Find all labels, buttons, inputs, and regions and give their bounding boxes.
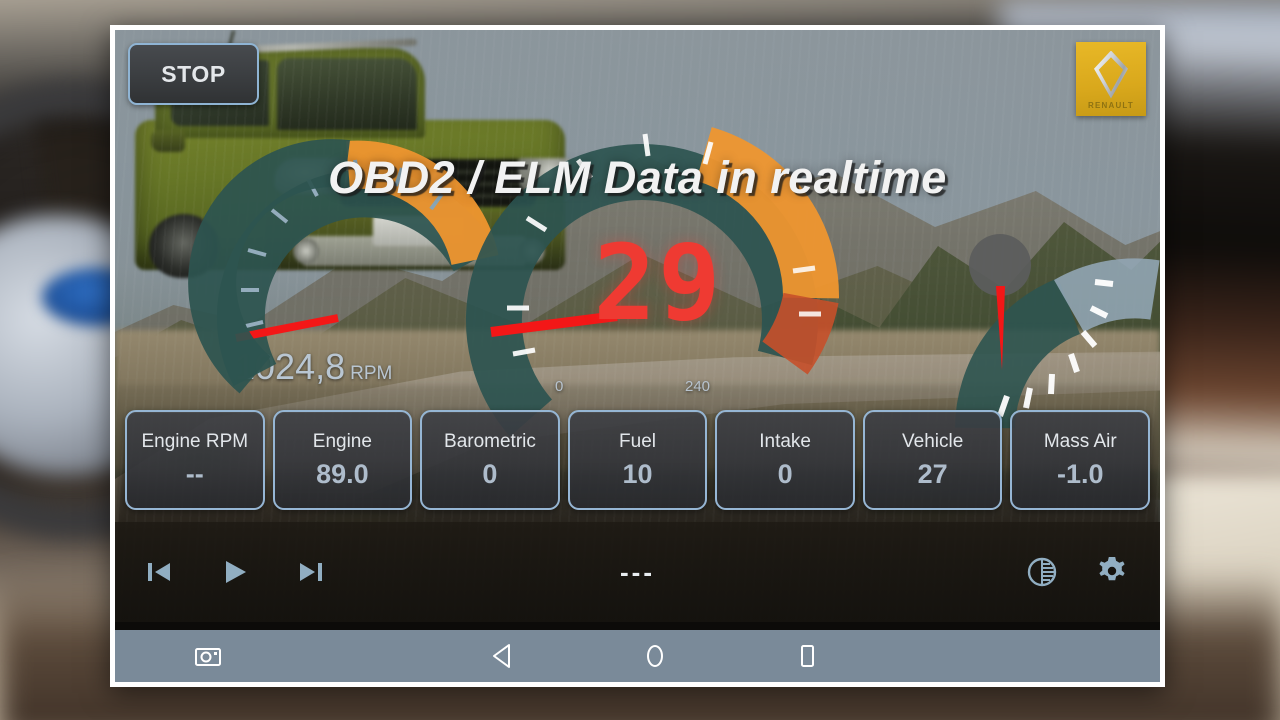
skip-previous-icon[interactable] (137, 550, 181, 594)
speed-led-display: 29 (593, 222, 723, 344)
brightness-contrast-icon[interactable] (1020, 550, 1064, 594)
stop-button[interactable]: STOP (128, 43, 259, 105)
pid-tile[interactable]: Barometric 0 (420, 410, 560, 510)
renault-diamond-icon (1094, 50, 1128, 99)
screenshot-camera-icon[interactable] (191, 639, 225, 673)
recents-square-icon[interactable] (790, 639, 824, 673)
skip-next-icon[interactable] (289, 550, 333, 594)
pid-tile[interactable]: Engine 89.0 (272, 410, 413, 510)
tablet-screen: 1024,8 RPM 29 0 240 OBD2 / ELM Data in r… (115, 30, 1160, 682)
navbar-separator (115, 622, 1160, 630)
pid-tile-value: 0 (777, 458, 793, 489)
pid-tile-value: 0 (482, 458, 498, 489)
navbar-buttons (486, 639, 824, 673)
pid-tile-value: -- (185, 458, 204, 489)
pid-tile-label: Mass Air (1043, 430, 1117, 452)
utility-controls (1020, 550, 1134, 594)
tablet-device: 1024,8 RPM 29 0 240 OBD2 / ELM Data in r… (110, 25, 1165, 687)
pid-tile-label: Engine (312, 430, 372, 452)
play-icon[interactable] (213, 550, 257, 594)
transport-controls (137, 550, 333, 594)
settings-gear-icon[interactable] (1090, 550, 1134, 594)
back-triangle-icon[interactable] (486, 639, 520, 673)
pid-tile[interactable]: Engine RPM -- (125, 410, 265, 510)
pid-tile[interactable]: Vehicle 27 (862, 410, 1003, 510)
home-circle-icon[interactable] (638, 639, 672, 673)
pid-tile-label: Barometric (444, 430, 536, 452)
pid-tile[interactable]: Fuel 10 (567, 410, 708, 510)
renault-logo-icon[interactable]: RENAULT (1076, 42, 1146, 116)
control-bar: --- (115, 522, 1160, 622)
pid-tile-value: 27 (917, 458, 948, 489)
suv-mirror (151, 130, 185, 152)
renault-wordmark: RENAULT (1087, 100, 1135, 110)
pid-tile-label: Fuel (619, 430, 656, 452)
pid-tile-value: -1.0 (1056, 458, 1104, 489)
pid-tile[interactable]: Intake 0 (715, 410, 855, 510)
pid-tile-value: 89.0 (316, 458, 369, 489)
suv-windshield (277, 58, 417, 130)
pid-tile-label: Intake (759, 430, 811, 452)
pid-tile-label: Vehicle (902, 430, 964, 452)
pid-tile-label: Engine RPM (141, 430, 249, 452)
pid-tile[interactable]: Mass Air -1.0 (1010, 410, 1151, 510)
android-navigation-bar (115, 622, 1160, 682)
pid-tile-value: 10 (622, 458, 653, 489)
pid-tile-strip: Engine RPM -- Engine 89.0 Barometric 0 F… (115, 410, 1160, 510)
